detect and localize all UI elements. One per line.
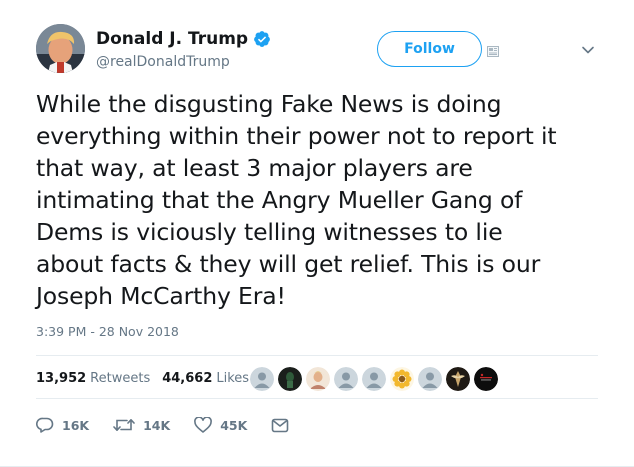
notification-icon[interactable] <box>487 42 499 57</box>
tweet-stats: 13,952 Retweets 44,662 Likes <box>36 368 261 388</box>
retweet-count: 14K <box>143 417 171 433</box>
likes-stat[interactable]: 44,662 Likes <box>162 371 249 386</box>
verified-badge-icon <box>253 30 271 48</box>
author-avatar[interactable] <box>36 24 85 73</box>
like-button[interactable]: 45K <box>194 417 247 433</box>
liker-avatar[interactable] <box>362 367 386 391</box>
follow-button[interactable]: Follow <box>377 31 482 67</box>
retweet-button[interactable]: 14K <box>113 417 170 433</box>
avatar-image <box>36 24 85 73</box>
heart-icon <box>194 417 213 433</box>
author-handle[interactable]: @realDonaldTrump <box>96 54 271 70</box>
reply-button[interactable]: 16K <box>36 417 89 433</box>
reply-count: 16K <box>62 417 90 433</box>
tweet-card: Donald J. Trump @realDonaldTrump Follow <box>0 0 634 467</box>
retweets-count: 13,952 <box>36 370 87 386</box>
retweets-stat[interactable]: 13,952 Retweets <box>36 371 150 386</box>
liker-avatar[interactable] <box>418 367 442 391</box>
liker-avatar[interactable] <box>446 367 470 391</box>
retweets-label: Retweets <box>90 370 151 386</box>
liker-avatar[interactable] <box>278 367 302 391</box>
chevron-down-icon[interactable] <box>581 42 595 56</box>
likes-label: Likes <box>216 370 250 386</box>
liker-avatar[interactable] <box>306 367 330 391</box>
liker-avatar[interactable] <box>334 367 358 391</box>
direct-message-button[interactable] <box>271 418 289 433</box>
liker-avatars <box>250 367 498 391</box>
tweet-actions: 16K 14K 45K <box>36 416 313 434</box>
liker-avatar[interactable] <box>474 367 498 391</box>
author-display-name[interactable]: Donald J. Trump <box>96 29 248 49</box>
likes-count: 44,662 <box>162 370 213 386</box>
liker-avatar[interactable] <box>390 367 414 391</box>
like-count: 45K <box>220 417 248 433</box>
tweet-text: While the disgusting Fake News is doing … <box>36 90 557 310</box>
liker-avatar[interactable] <box>250 367 274 391</box>
display-name-row: Donald J. Trump <box>96 28 271 50</box>
author-info: Donald J. Trump @realDonaldTrump <box>96 28 271 70</box>
tweet-timestamp[interactable]: 3:39 PM - 28 Nov 2018 <box>36 324 179 339</box>
divider <box>36 398 598 399</box>
reply-icon <box>36 417 54 433</box>
retweet-icon <box>113 417 135 433</box>
divider <box>36 355 598 356</box>
envelope-icon <box>271 418 289 433</box>
